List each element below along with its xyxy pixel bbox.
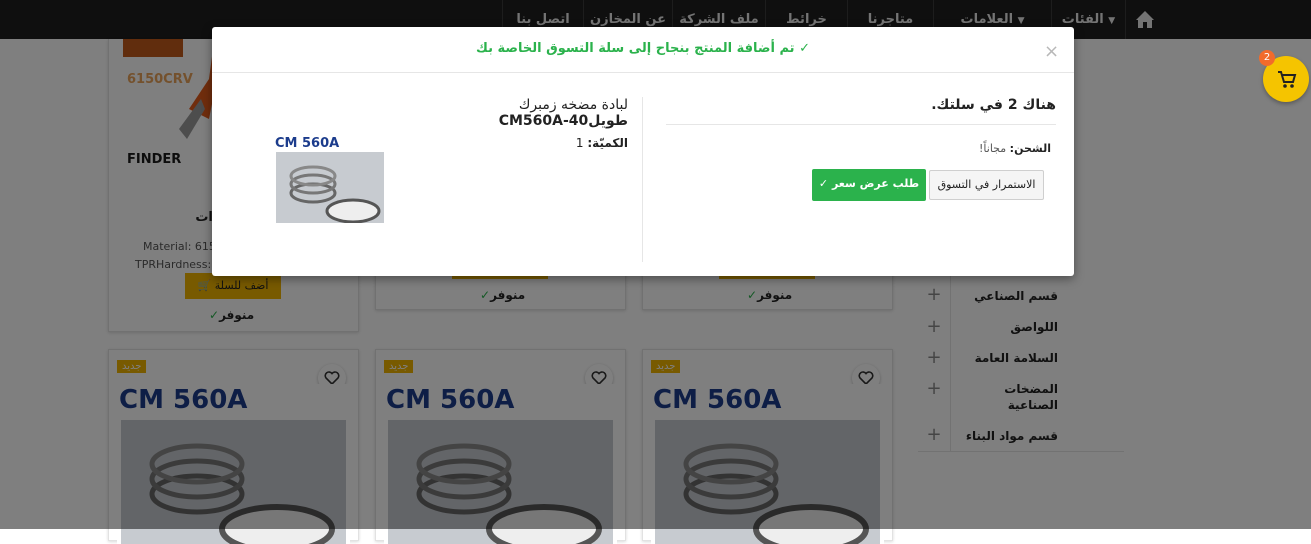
modal-product-image: CM 560A [275,131,385,224]
modal-header: ✓ تم أضافة المنتج بنجاح إلى سلة التسوق ا… [212,27,1074,73]
modal-divider [642,97,643,262]
request-quote-button[interactable]: طلب عرض سعر ✓ [812,169,926,201]
shipping-info: الشحن: مجاناً! [979,142,1051,155]
check-icon: ✓ [799,41,810,56]
modal-product-name: لبادة مضخه زمبرك طويلCM560A-40 [498,97,628,129]
cart-count-badge: 2 [1259,50,1275,66]
modal-success-message: ✓ تم أضافة المنتج بنجاح إلى سلة التسوق ا… [476,41,810,56]
cart-summary: هناك 2 في سلتك. [666,97,1056,125]
svg-text:CM 560A: CM 560A [275,136,339,151]
close-icon[interactable]: × [1044,41,1059,62]
check-icon: ✓ [818,177,829,190]
continue-shopping-button[interactable]: الاستمرار في التسوق [929,170,1044,200]
modal-quantity: الكميّة: 1 [575,136,628,150]
add-to-cart-modal: ✓ تم أضافة المنتج بنجاح إلى سلة التسوق ا… [212,27,1074,276]
